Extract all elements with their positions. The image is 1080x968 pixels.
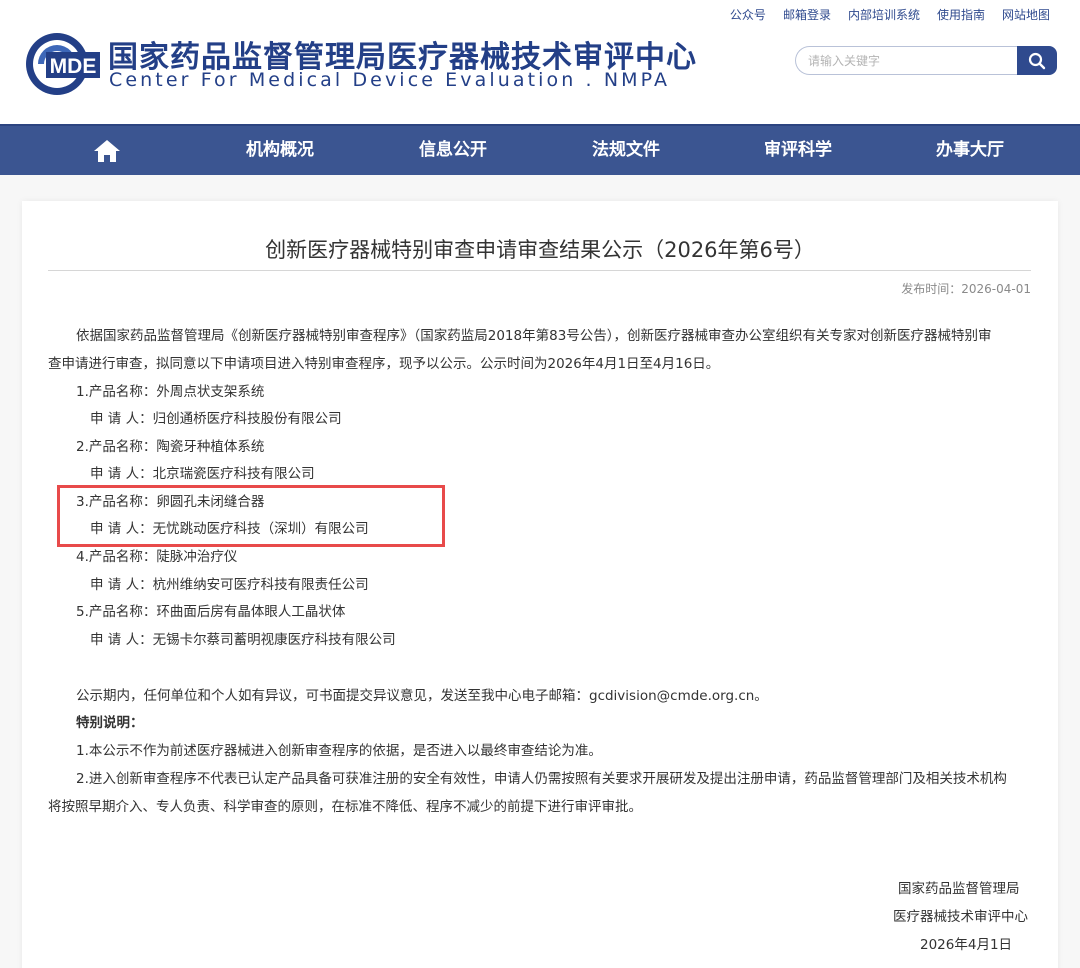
intro-line-1: 依据国家药品监督管理局《创新医疗器械特别审查程序》（国家药监局2018年第83号… bbox=[76, 328, 992, 344]
item-2-applicant: 申 请 人：北京瑞瓷医疗科技有限公司 bbox=[90, 466, 315, 482]
search-button[interactable] bbox=[1017, 46, 1057, 75]
nav-item-review-science[interactable]: 审评科学 bbox=[728, 126, 868, 175]
top-links: 公众号 邮箱登录 内部培训系统 使用指南 网站地图 bbox=[730, 6, 1050, 23]
nav-item-regulations[interactable]: 法规文件 bbox=[556, 126, 696, 175]
nav-item-info-disclosure[interactable]: 信息公开 bbox=[383, 126, 523, 175]
item-1-applicant: 申 请 人：归创通桥医疗科技股份有限公司 bbox=[90, 411, 342, 427]
highlight-annotation-box bbox=[57, 485, 445, 547]
title-divider bbox=[48, 270, 1031, 271]
mde-logo[interactable]: MDE bbox=[24, 31, 100, 97]
toplink-sitemap[interactable]: 网站地图 bbox=[1002, 6, 1050, 23]
main-nav: 机构概况 信息公开 法规文件 审评科学 办事大厅 bbox=[0, 124, 1080, 175]
item-4-applicant: 申 请 人：杭州维纳安可医疗科技有限责任公司 bbox=[90, 577, 369, 593]
toplink-mail-login[interactable]: 邮箱登录 bbox=[783, 6, 831, 23]
article-title: 创新医疗器械特别审查申请审查结果公示（2026年第6号） bbox=[265, 238, 815, 262]
search-input[interactable] bbox=[795, 46, 1019, 75]
search-box bbox=[795, 46, 1057, 75]
signature-date: 2026年4月1日 bbox=[920, 937, 1013, 953]
site-title-en: Center For Medical Device Evaluation . N… bbox=[109, 69, 671, 91]
signature-org-1: 国家药品监督管理局 bbox=[898, 881, 1020, 897]
nav-item-service-hall[interactable]: 办事大厅 bbox=[900, 126, 1040, 175]
publish-date: 发布时间：2026-04-01 bbox=[901, 282, 1031, 296]
toplink-wechat[interactable]: 公众号 bbox=[730, 6, 766, 23]
special-note-1: 1.本公示不作为前述医疗器械进入创新审查程序的依据，是否进入以最终审查结论为准。 bbox=[76, 743, 602, 759]
home-icon[interactable] bbox=[92, 138, 122, 164]
site-header: 公众号 邮箱登录 内部培训系统 使用指南 网站地图 MDE 国家药品监督管理局医… bbox=[0, 0, 1080, 124]
nav-item-about[interactable]: 机构概况 bbox=[210, 126, 350, 175]
item-1-product: 1.产品名称：外周点状支架系统 bbox=[76, 384, 265, 400]
search-icon bbox=[1028, 52, 1046, 69]
special-note-2-line-2: 将按照早期介入、专人负责、科学审查的原则，在标准不降低、程序不减少的前提下进行审… bbox=[48, 799, 642, 815]
objection-note: 公示期内，任何单位和个人如有异议，可书面提交异议意见，发送至我中心电子邮箱：gc… bbox=[76, 688, 768, 704]
toplink-training-system[interactable]: 内部培训系统 bbox=[848, 6, 920, 23]
toplink-user-guide[interactable]: 使用指南 bbox=[937, 6, 985, 23]
item-5-applicant: 申 请 人：无锡卡尔蔡司蓄明视康医疗科技有限公司 bbox=[90, 632, 396, 648]
item-2-product: 2.产品名称：陶瓷牙种植体系统 bbox=[76, 439, 265, 455]
special-note-2-line-1: 2.进入创新审查程序不代表已认定产品具备可获准注册的安全有效性，申请人仍需按照有… bbox=[76, 771, 1007, 787]
logo-text: MDE bbox=[50, 55, 97, 78]
item-4-product: 4.产品名称：陡脉冲治疗仪 bbox=[76, 549, 238, 565]
signature-org-2: 医疗器械技术审评中心 bbox=[893, 909, 1028, 925]
special-note-heading: 特别说明： bbox=[76, 715, 144, 731]
item-5-product: 5.产品名称：环曲面后房有晶体眼人工晶状体 bbox=[76, 604, 346, 620]
intro-line-2: 查申请进行审查，拟同意以下申请项目进入特别审查程序，现予以公示。公示时间为202… bbox=[48, 356, 720, 372]
